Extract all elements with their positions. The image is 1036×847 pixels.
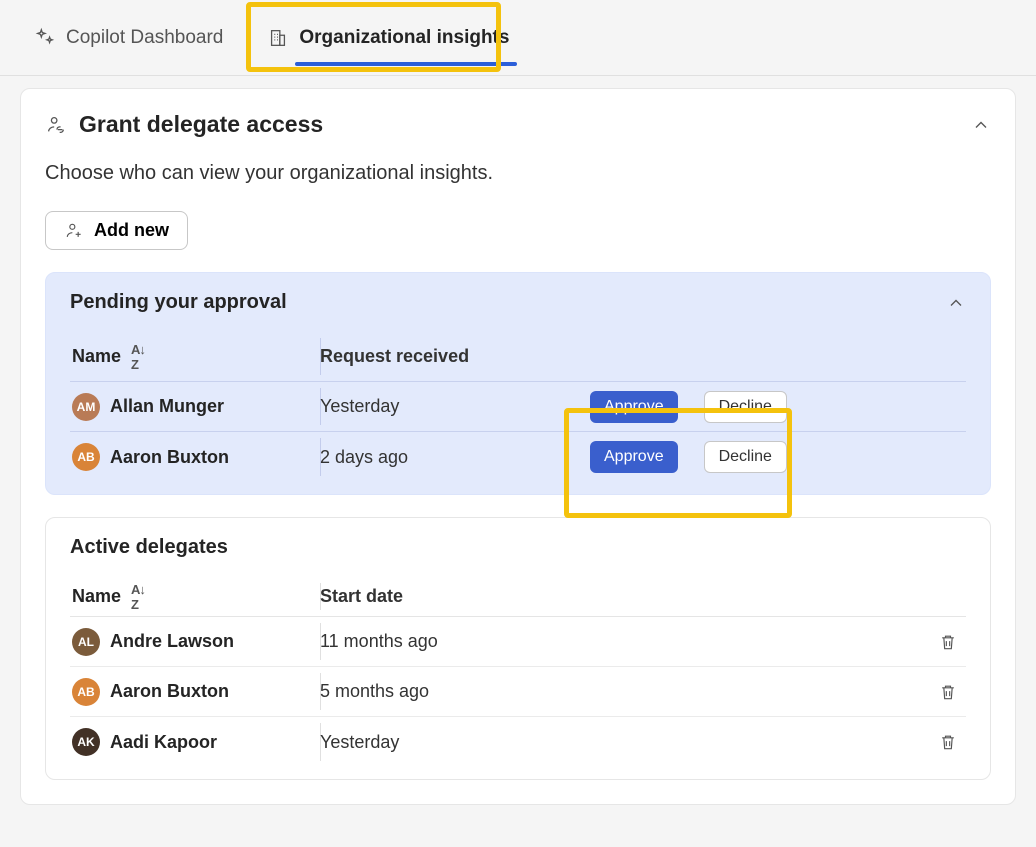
active-delegates-section: Active delegates Name A↓Z Start date AL …: [45, 517, 991, 780]
trash-icon[interactable]: [938, 632, 958, 652]
active-row: AB Aaron Buxton 5 months ago: [70, 667, 966, 717]
chevron-up-icon[interactable]: [971, 115, 991, 135]
decline-button[interactable]: Decline: [704, 391, 787, 423]
tab-label: Copilot Dashboard: [66, 27, 223, 49]
pending-row: AB Aaron Buxton 2 days ago Approve Decli…: [70, 432, 966, 482]
delegate-name: Andre Lawson: [110, 631, 234, 652]
column-name-header[interactable]: Name: [72, 586, 121, 607]
active-title: Active delegates: [70, 536, 228, 558]
delegate-name: Aaron Buxton: [110, 681, 229, 702]
pending-row: AM Allan Munger Yesterday Approve Declin…: [70, 382, 966, 432]
request-received: Yesterday: [320, 396, 580, 417]
column-start-header[interactable]: Start date: [320, 586, 580, 607]
sort-az-icon[interactable]: A↓Z: [131, 342, 145, 372]
delegate-name: Aaron Buxton: [110, 447, 229, 468]
person-link-icon: [45, 114, 67, 136]
approve-button[interactable]: Approve: [590, 441, 678, 473]
avatar: AL: [72, 628, 100, 656]
card-header: Grant delegate access: [45, 111, 991, 138]
pending-approval-section: Pending your approval Name A↓Z Request r…: [45, 272, 991, 495]
start-date: 5 months ago: [320, 681, 580, 702]
sort-az-icon[interactable]: A↓Z: [131, 582, 145, 612]
chevron-up-icon[interactable]: [946, 293, 966, 313]
decline-button[interactable]: Decline: [704, 441, 787, 473]
pending-title: Pending your approval: [70, 291, 287, 314]
sparkle-icon: [34, 27, 56, 49]
building-icon: [267, 27, 289, 49]
tab-copilot-dashboard[interactable]: Copilot Dashboard: [12, 0, 245, 76]
request-received: 2 days ago: [320, 447, 580, 468]
start-date: Yesterday: [320, 732, 580, 753]
approve-button[interactable]: Approve: [590, 391, 678, 423]
tab-label: Organizational insights: [299, 27, 509, 49]
add-new-label: Add new: [94, 220, 169, 241]
start-date: 11 months ago: [320, 631, 580, 652]
avatar: AB: [72, 678, 100, 706]
grant-delegate-access-card: Grant delegate access Choose who can vie…: [20, 88, 1016, 805]
tab-organizational-insights[interactable]: Organizational insights: [245, 0, 531, 76]
column-received-header[interactable]: Request received: [320, 346, 580, 367]
add-new-button[interactable]: Add new: [45, 211, 188, 250]
tab-bar: Copilot Dashboard Organizational insight…: [0, 0, 1036, 76]
avatar: AM: [72, 393, 100, 421]
card-title: Grant delegate access: [79, 111, 323, 138]
table-header-row: Name A↓Z Request received: [70, 332, 966, 382]
column-name-header[interactable]: Name: [72, 346, 121, 367]
card-subtitle: Choose who can view your organizational …: [45, 162, 991, 185]
delegate-name: Aadi Kapoor: [110, 732, 217, 753]
avatar: AB: [72, 443, 100, 471]
trash-icon[interactable]: [938, 732, 958, 752]
trash-icon[interactable]: [938, 682, 958, 702]
avatar: AK: [72, 728, 100, 756]
person-add-icon: [64, 221, 84, 241]
table-header-row: Name A↓Z Start date: [70, 577, 966, 617]
delegate-name: Allan Munger: [110, 396, 224, 417]
active-row: AL Andre Lawson 11 months ago: [70, 617, 966, 667]
active-row: AK Aadi Kapoor Yesterday: [70, 717, 966, 767]
